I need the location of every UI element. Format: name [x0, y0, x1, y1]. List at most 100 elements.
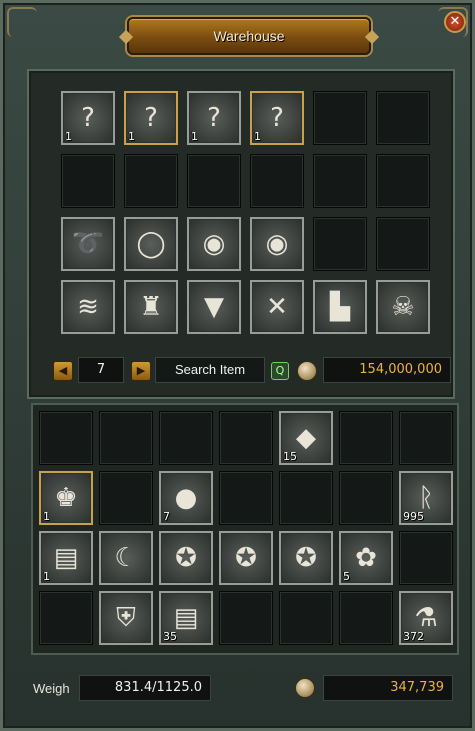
item-slot[interactable]: ● 7: [159, 471, 213, 525]
earring-icon: ◉: [202, 229, 226, 259]
next-page-button[interactable]: ▶: [131, 361, 151, 381]
close-button[interactable]: ✕: [444, 11, 466, 33]
empty-slot[interactable]: [399, 411, 453, 465]
empty-slot[interactable]: [219, 411, 273, 465]
item-slot[interactable]: ▼: [187, 280, 241, 334]
item-slot[interactable]: ✪: [279, 531, 333, 585]
item-slot[interactable]: ✿ 5: [339, 531, 393, 585]
empty-slot[interactable]: [313, 91, 367, 145]
item-slot[interactable]: ☾: [99, 531, 153, 585]
empty-slot[interactable]: [61, 154, 115, 208]
pants-icon: ▼: [204, 292, 224, 322]
empty-slot[interactable]: [124, 154, 178, 208]
prev-page-button[interactable]: ◀: [53, 361, 73, 381]
item-slot[interactable]: ✕: [250, 280, 304, 334]
item-quantity: 15: [283, 450, 297, 463]
item-slot[interactable]: ◉: [187, 217, 241, 271]
item-slot[interactable]: ? 1: [250, 91, 304, 145]
empty-slot[interactable]: [376, 154, 430, 208]
item-slot[interactable]: ✪: [219, 531, 273, 585]
item-quantity: 995: [403, 510, 424, 523]
item-slot[interactable]: ⛨: [99, 591, 153, 645]
item-quantity: 1: [43, 570, 50, 583]
item-slot[interactable]: ? 1: [124, 91, 178, 145]
item-slot[interactable]: ◯: [124, 217, 178, 271]
item-slot[interactable]: ✪: [159, 531, 213, 585]
empty-slot[interactable]: [159, 411, 213, 465]
item-slot[interactable]: ◆ 15: [279, 411, 333, 465]
item-slot[interactable]: ♜: [124, 280, 178, 334]
item-quantity: 1: [254, 130, 261, 143]
item-slot[interactable]: ≋: [61, 280, 115, 334]
title-gem-icon: [364, 29, 380, 45]
search-item-button[interactable]: Search Item: [155, 357, 265, 383]
item-quantity: 7: [163, 510, 170, 523]
warehouse-window: Warehouse ✕ ? 1? 1? 1? 1 ➰ ◯ ◉ ◉ ≋ ♜ ▼ ✕ ▙ ☠ ◀ 7 ▶ Sea…: [0, 0, 475, 731]
empty-slot[interactable]: [313, 217, 367, 271]
coin-icon: [297, 361, 317, 381]
frame-ornament: [7, 7, 37, 37]
weight-value: 831.4/1125.0: [79, 675, 211, 701]
item-quantity: 1: [43, 510, 50, 523]
title-gem-icon: [118, 29, 134, 45]
item-slot[interactable]: ⚗ 372: [399, 591, 453, 645]
bracelet-icon: ≋: [77, 292, 99, 322]
empty-slot[interactable]: [279, 471, 333, 525]
item-slot[interactable]: ▤ 35: [159, 591, 213, 645]
empty-slot[interactable]: [39, 591, 93, 645]
item-quantity: 1: [128, 130, 135, 143]
item-quantity: 1: [65, 130, 72, 143]
search-icon[interactable]: Q: [271, 362, 289, 380]
item-quantity: 1: [191, 130, 198, 143]
empty-slot[interactable]: [339, 471, 393, 525]
item-slot[interactable]: ☠: [376, 280, 430, 334]
gloves-icon: ✕: [266, 292, 288, 322]
empty-slot[interactable]: [250, 154, 304, 208]
warehouse-gold: 154,000,000: [323, 357, 451, 383]
empty-slot[interactable]: [313, 154, 367, 208]
empty-slot[interactable]: [339, 591, 393, 645]
item-slot[interactable]: ? 1: [61, 91, 115, 145]
earring-icon: ◉: [265, 229, 289, 259]
empty-slot[interactable]: [339, 411, 393, 465]
helmet-icon: ☠: [391, 292, 415, 322]
inventory-panel: ◆ 15 ♚ 1 ● 7 ᚱ 995 ▤ 1 ☾ ✪ ✪ ✪ ✿ 5 ⛨ ▤ 35 ⚗ 372: [31, 403, 459, 655]
inventory-gold: 347,739: [323, 675, 453, 701]
coin-icon: [295, 678, 315, 698]
empty-slot[interactable]: [219, 591, 273, 645]
sheriff-badge-icon: ✪: [175, 543, 197, 573]
item-slot[interactable]: ▤ 1: [39, 531, 93, 585]
empty-slot[interactable]: [399, 531, 453, 585]
empty-slot[interactable]: [279, 591, 333, 645]
warehouse-controls: ◀ 7 ▶ Search Item Q 154,000,000: [31, 356, 451, 386]
empty-slot[interactable]: [376, 91, 430, 145]
title-bar[interactable]: Warehouse: [118, 17, 380, 55]
silver-armor-icon: ⛨: [116, 602, 136, 633]
item-slot[interactable]: ➰: [61, 217, 115, 271]
inventory-footer: Weigh 831.4/1125.0 347,739: [3, 671, 475, 707]
empty-slot[interactable]: [376, 217, 430, 271]
item-quantity: 372: [403, 630, 424, 643]
warehouse-storage-panel: ? 1? 1? 1? 1 ➰ ◯ ◉ ◉ ≋ ♜ ▼ ✕ ▙ ☠: [27, 69, 455, 399]
item-slot[interactable]: ? 1: [187, 91, 241, 145]
ring-icon: ◯: [136, 229, 166, 259]
armor-icon: ♜: [139, 292, 163, 322]
parchment-icon: ☾: [114, 543, 138, 573]
window-title: Warehouse: [213, 28, 285, 44]
empty-slot[interactable]: [39, 411, 93, 465]
item-slot[interactable]: ▙: [313, 280, 367, 334]
page-number: 7: [78, 357, 124, 383]
item-quantity: 5: [343, 570, 350, 583]
sheriff-badge-icon: ✪: [235, 543, 257, 573]
empty-slot[interactable]: [99, 471, 153, 525]
item-slot[interactable]: ♚ 1: [39, 471, 93, 525]
item-slot[interactable]: ◉: [250, 217, 304, 271]
empty-slot[interactable]: [99, 411, 153, 465]
item-slot[interactable]: ᚱ 995: [399, 471, 453, 525]
empty-slot[interactable]: [219, 471, 273, 525]
necklace-icon: ➰: [71, 229, 105, 259]
sheriff-badge-icon: ✪: [295, 543, 317, 573]
boots-icon: ▙: [330, 292, 350, 322]
empty-slot[interactable]: [187, 154, 241, 208]
weigh-label: Weigh: [33, 681, 70, 696]
